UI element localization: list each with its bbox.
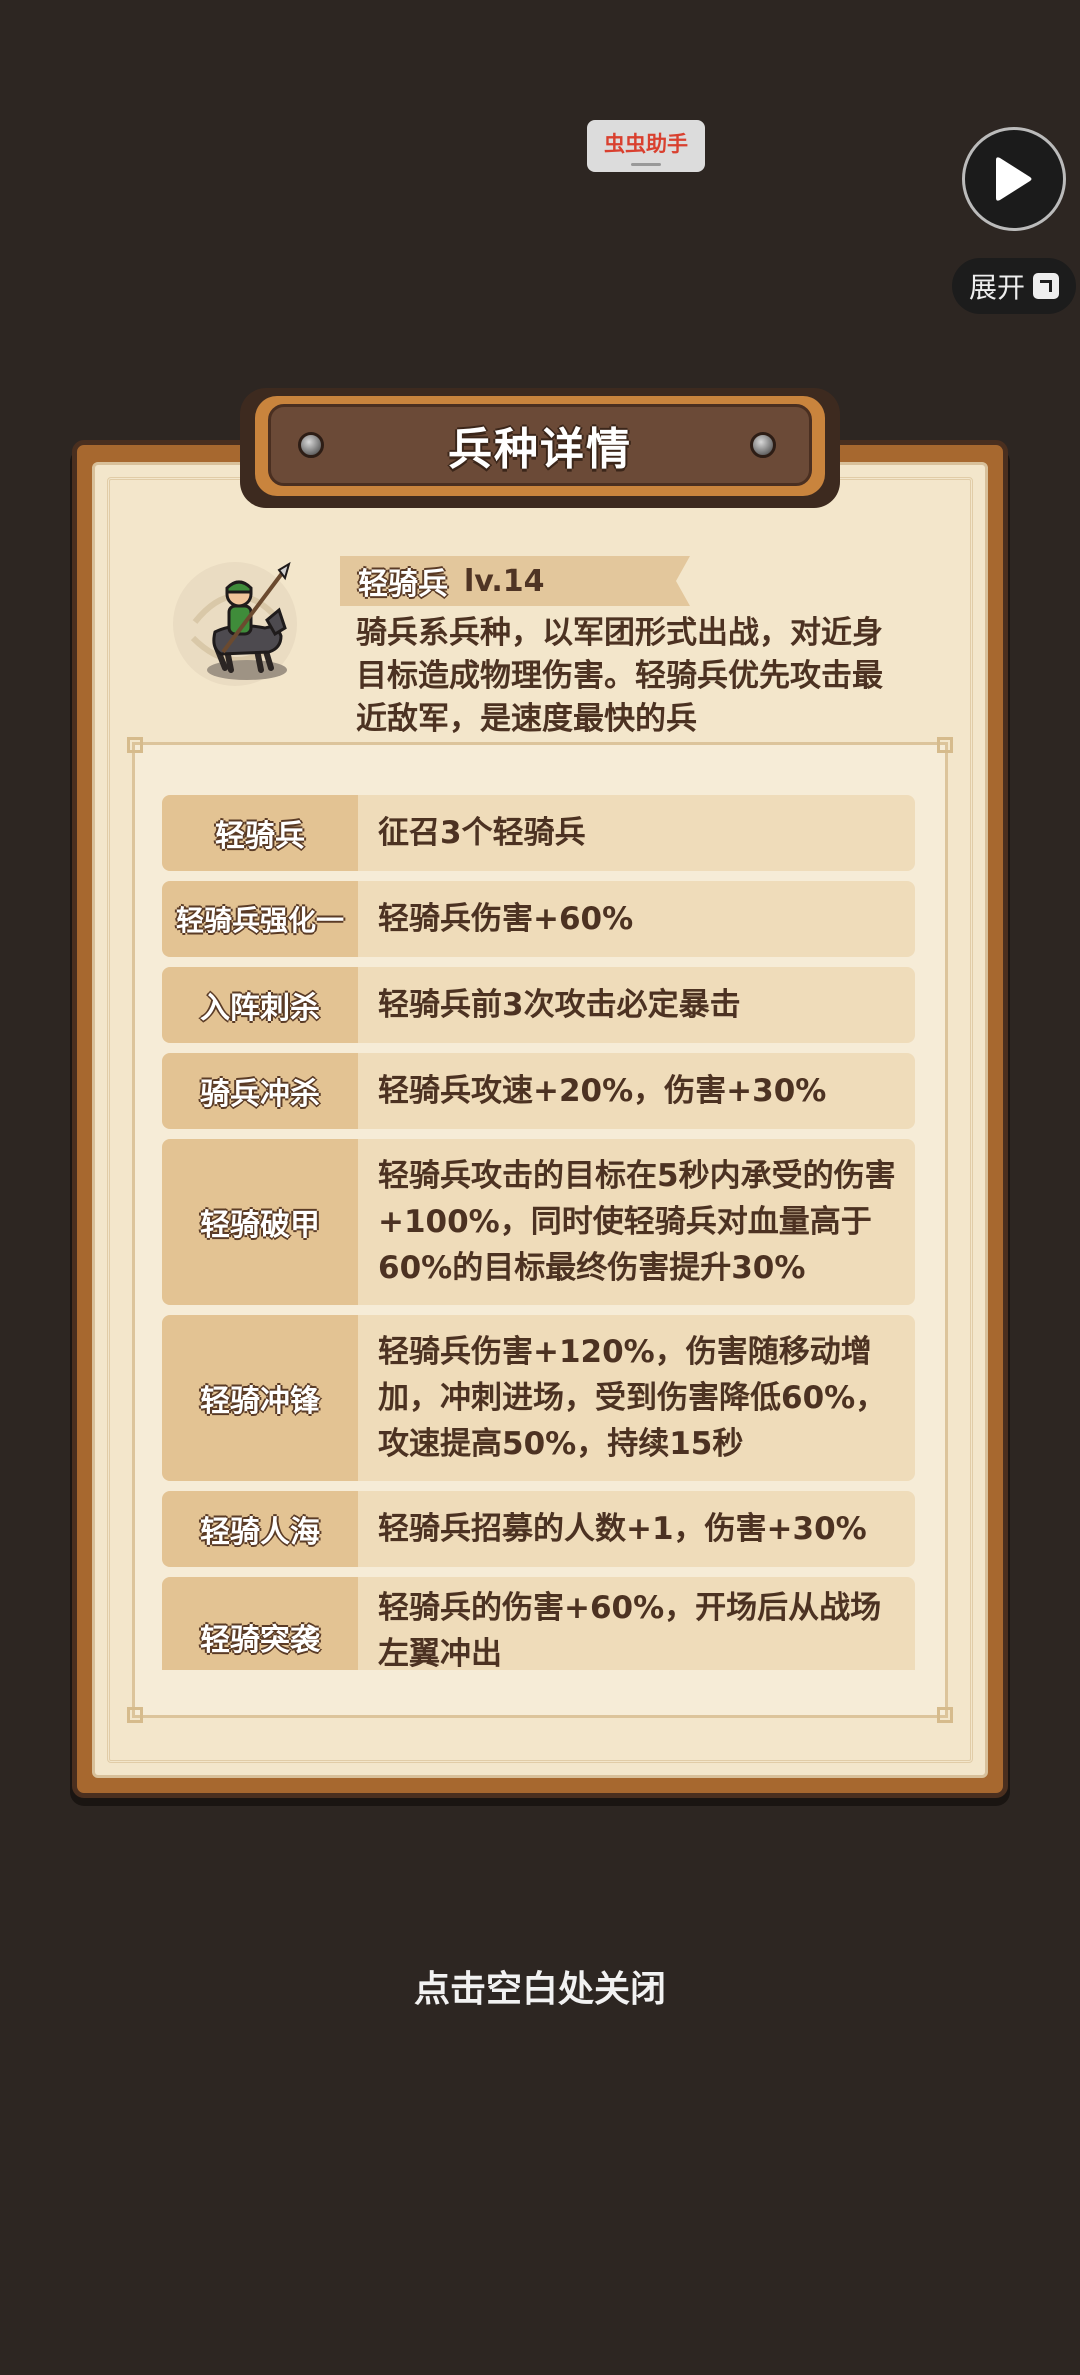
unit-description[interactable]: 骑兵系兵种，以军团形式出战，对近身目标造成物理伤害。轻骑兵优先攻击最近敌军，是速… [356, 612, 896, 742]
helper-tab[interactable]: 虫虫助手 [587, 120, 705, 172]
panel-title: 兵种详情 [448, 424, 632, 475]
play-icon [996, 157, 1032, 201]
skill-name: 轻骑冲锋 [162, 1315, 358, 1481]
frame-corner-ornament [127, 737, 143, 753]
frame-corner-ornament [937, 1707, 953, 1723]
skill-row: 轻骑人海 轻骑兵招募的人数+1，伤害+30% [162, 1491, 915, 1567]
skill-effect: 轻骑兵伤害+120%，伤害随移动增加，冲刺进场，受到伤害降低60%，攻速提高50… [358, 1315, 915, 1481]
skill-row: 轻骑破甲 轻骑兵攻击的目标在5秒内承受的伤害+100%，同时使轻骑兵对血量高于6… [162, 1139, 915, 1305]
skill-row: 入阵刺杀 轻骑兵前3次攻击必定暴击 [162, 967, 915, 1043]
skill-effect: 轻骑兵招募的人数+1，伤害+30% [358, 1491, 915, 1567]
skill-effect: 轻骑兵前3次攻击必定暴击 [358, 967, 915, 1043]
title-plaque-core: 兵种详情 [268, 404, 812, 486]
helper-tab-grip [631, 163, 661, 166]
skill-row: 骑兵冲杀 轻骑兵攻速+20%，伤害+30% [162, 1053, 915, 1129]
skill-name: 轻骑兵强化一 [162, 881, 358, 957]
skill-effect: 轻骑兵攻击的目标在5秒内承受的伤害+100%，同时使轻骑兵对血量高于60%的目标… [358, 1139, 915, 1305]
rivet-left-icon [298, 432, 324, 458]
skill-name: 骑兵冲杀 [162, 1053, 358, 1129]
skill-row: 轻骑突袭 轻骑兵的伤害+60%，开场后从战场左翼冲出 [162, 1577, 915, 1670]
frame-corner-ornament [937, 737, 953, 753]
expand-label: 展开 [968, 271, 1025, 304]
expand-button[interactable]: 展开 [952, 258, 1076, 314]
skill-name: 轻骑人海 [162, 1491, 358, 1567]
rivet-right-icon [750, 432, 776, 458]
skill-list[interactable]: 轻骑兵 征召3个轻骑兵 轻骑兵强化一 轻骑兵伤害+60% 入阵刺杀 轻骑兵前3次… [162, 795, 915, 1670]
light-cavalry-avatar [173, 561, 297, 686]
play-button[interactable] [962, 127, 1066, 231]
skill-name: 入阵刺杀 [162, 967, 358, 1043]
skill-effect: 轻骑兵伤害+60% [358, 881, 915, 957]
unit-level: lv.14 [464, 563, 545, 599]
skill-name: 轻骑兵 [162, 795, 358, 871]
skill-row: 轻骑兵强化一 轻骑兵伤害+60% [162, 881, 915, 957]
skill-effect: 轻骑兵的伤害+60%，开场后从战场左翼冲出 [358, 1577, 915, 1670]
skill-effect: 征召3个轻骑兵 [358, 795, 915, 871]
close-hint[interactable]: 点击空白处关闭 [0, 1960, 1080, 2012]
skill-effect: 轻骑兵攻速+20%，伤害+30% [358, 1053, 915, 1129]
unit-description-text: 骑兵系兵种，以军团形式出战，对近身目标造成物理伤害。轻骑兵优先攻击最近敌军，是速… [356, 615, 883, 737]
unit-name: 轻骑兵 [358, 567, 448, 602]
skill-name: 轻骑破甲 [162, 1139, 358, 1305]
skill-name: 轻骑突袭 [162, 1577, 358, 1670]
skill-row: 轻骑兵 征召3个轻骑兵 [162, 795, 915, 871]
expand-icon [1033, 273, 1059, 299]
frame-corner-ornament [127, 1707, 143, 1723]
unit-name-ribbon: 轻骑兵 lv.14 [340, 556, 690, 606]
skill-row: 轻骑冲锋 轻骑兵伤害+120%，伤害随移动增加，冲刺进场，受到伤害降低60%，攻… [162, 1315, 915, 1481]
